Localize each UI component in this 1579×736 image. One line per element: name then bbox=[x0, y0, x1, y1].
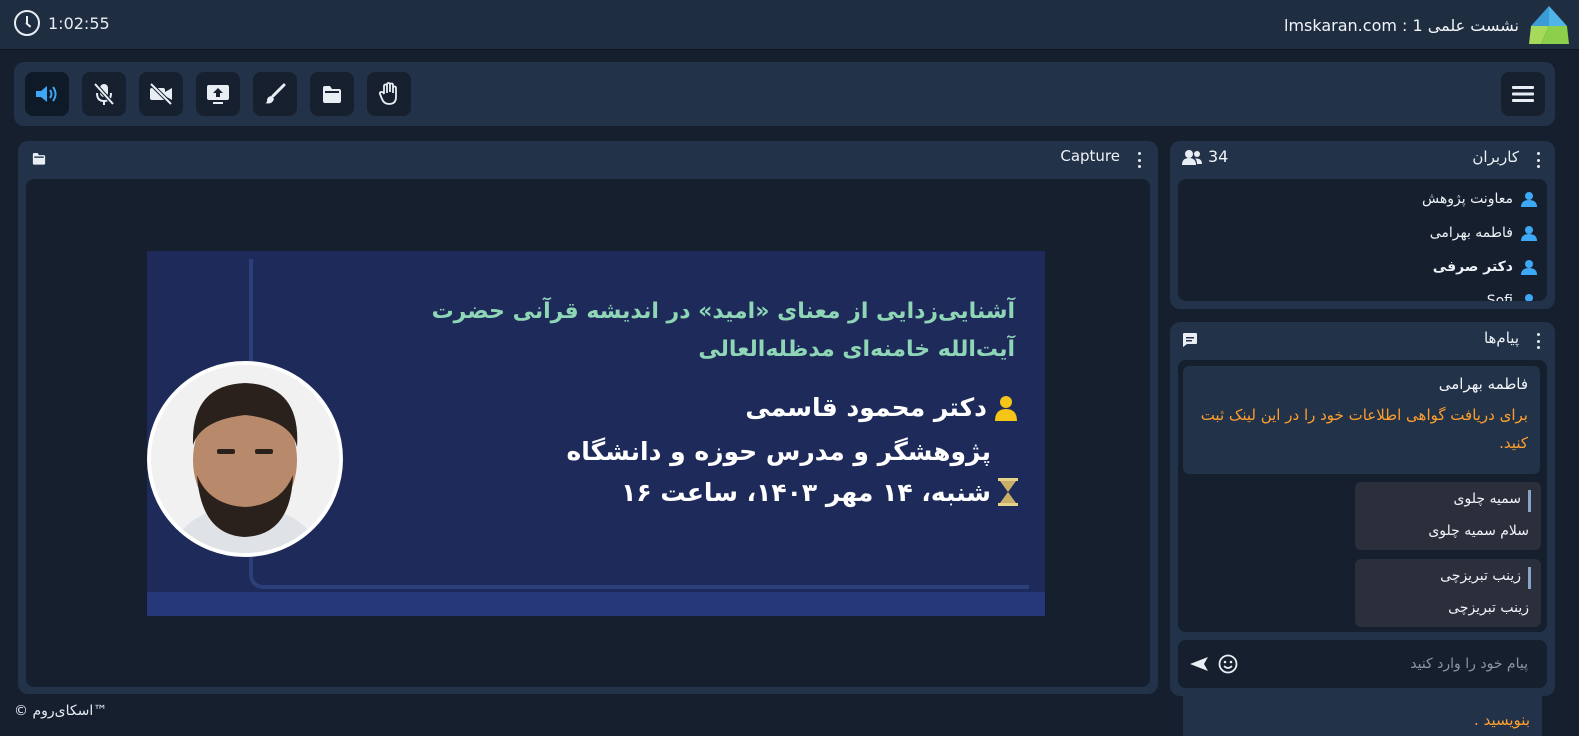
chat-icon bbox=[1183, 333, 1197, 347]
control-toolbar bbox=[14, 62, 1555, 126]
message-composer bbox=[1178, 640, 1547, 688]
app-title: lmskaran.com : نشست علمی 1 bbox=[1284, 15, 1519, 35]
message-input[interactable] bbox=[1248, 648, 1528, 680]
slide-date: شنبه، ۱۴ مهر ۱۴۰۳، ساعت ۱۶ bbox=[621, 477, 1019, 507]
mic-off-icon bbox=[93, 82, 115, 106]
speaker-photo bbox=[151, 365, 339, 553]
user-icon bbox=[1525, 294, 1533, 301]
slide-title-line-1: آشنایی‌زدایی از معنای «امید» در اندیشه ق… bbox=[431, 299, 1015, 324]
message-text: زینب تبریزچی bbox=[1448, 600, 1529, 616]
main-menu-button[interactable] bbox=[1501, 72, 1545, 116]
user-item[interactable]: فاطمه بهرامی bbox=[1430, 225, 1537, 241]
messages-options-icon[interactable] bbox=[1536, 333, 1540, 349]
slide-title-line-2: آیت‌الله خامنه‌ای مدظله‌العالی bbox=[698, 337, 1015, 362]
user-name: دکتر صرفی bbox=[1432, 259, 1513, 275]
screen-share-icon bbox=[207, 85, 229, 104]
message-quote-bar bbox=[1528, 490, 1531, 512]
whiteboard-button[interactable] bbox=[253, 72, 297, 116]
messages-list: فاطمه بهرامی برای دریافت گواهی اطلاعات خ… bbox=[1178, 360, 1547, 632]
raise-hand-button[interactable] bbox=[367, 72, 411, 116]
user-icon bbox=[1521, 260, 1537, 275]
folder-icon bbox=[323, 86, 341, 103]
speaker-icon bbox=[36, 86, 57, 102]
slide-role: پژوهشگر و مدرس حوزه و دانشگاه bbox=[566, 437, 992, 466]
speaker-portrait bbox=[147, 361, 343, 557]
message-item[interactable]: سمیه چلوی سلام سمیه چلوی bbox=[1355, 482, 1541, 550]
copyright: © اسکای‌روم™ bbox=[14, 703, 108, 719]
message-text: سلام سمیه چلوی bbox=[1428, 523, 1529, 539]
pinned-message[interactable]: فاطمه بهرامی برای دریافت گواهی اطلاعات خ… bbox=[1183, 366, 1540, 474]
hand-icon bbox=[378, 82, 397, 105]
user-name: Sofi bbox=[1486, 293, 1513, 301]
users-options-icon[interactable] bbox=[1536, 152, 1540, 168]
users-panel: کاربران 34 معاونت پژوهش فاطمه بهرامی دکت… bbox=[1170, 141, 1555, 309]
emoji-icon[interactable] bbox=[1218, 654, 1238, 674]
hamburger-icon bbox=[1512, 86, 1534, 102]
user-name: فاطمه بهرامی bbox=[1429, 225, 1513, 241]
presentation-slide: آشنایی‌زدایی از معنای «امید» در اندیشه ق… bbox=[147, 251, 1045, 616]
files-button[interactable] bbox=[310, 72, 354, 116]
users-count-value: 34 bbox=[1208, 147, 1229, 166]
hourglass-icon bbox=[998, 478, 1018, 506]
slide-date-text: شنبه، ۱۴ مهر ۱۴۰۳، ساعت ۱۶ bbox=[621, 477, 991, 507]
user-item[interactable]: معاونت پژوهش bbox=[1422, 191, 1537, 207]
capture-header: Capture bbox=[18, 141, 1158, 177]
users-icon bbox=[1182, 149, 1202, 165]
user-icon bbox=[1521, 192, 1537, 207]
app-header: lmskaran.com : نشست علمی 1 bbox=[1284, 4, 1571, 46]
share-screen-button[interactable] bbox=[196, 72, 240, 116]
speaker-button[interactable] bbox=[25, 72, 69, 116]
slide-speaker-name: دکتر محمود قاسمی bbox=[745, 393, 987, 422]
capture-panel: Capture آشنایی‌زدایی از معنای «امید» در … bbox=[18, 141, 1158, 694]
slide-title: آشنایی‌زدایی از معنای «امید» در اندیشه ق… bbox=[335, 293, 1015, 369]
users-count: 34 bbox=[1182, 147, 1228, 166]
microphone-button[interactable] bbox=[82, 72, 126, 116]
users-title: کاربران bbox=[1472, 148, 1519, 166]
slide-speaker: دکتر محمود قاسمی bbox=[745, 393, 1019, 422]
pinned-overflow-text: بنویسید . bbox=[1474, 711, 1530, 729]
user-item[interactable]: Sofi bbox=[1487, 293, 1537, 301]
pinned-message-text: برای دریافت گواهی اطلاعات خود را در این … bbox=[1200, 406, 1528, 452]
person-icon bbox=[995, 395, 1017, 421]
timer-value: 1:02:55 bbox=[48, 13, 110, 33]
messages-panel: پیام‌ها فاطمه بهرامی برای دریافت گواهی ا… bbox=[1170, 322, 1555, 696]
video-off-icon bbox=[149, 83, 173, 105]
messages-title: پیام‌ها bbox=[1483, 329, 1519, 347]
capture-title: Capture bbox=[1060, 147, 1120, 165]
folder-icon bbox=[32, 153, 46, 165]
message-sender: زینب تبریزچی bbox=[1440, 568, 1521, 584]
slide-footer-strip bbox=[147, 592, 1045, 616]
pinned-message-sender: فاطمه بهرامی bbox=[1438, 375, 1528, 393]
send-icon[interactable] bbox=[1190, 656, 1208, 672]
clock-icon bbox=[14, 10, 40, 36]
users-list: معاونت پژوهش فاطمه بهرامی دکتر صرفی Sofi bbox=[1178, 179, 1547, 301]
capture-viewport: آشنایی‌زدایی از معنای «امید» در اندیشه ق… bbox=[26, 179, 1150, 687]
skyroom-logo-icon bbox=[1529, 6, 1569, 44]
message-sender: سمیه چلوی bbox=[1453, 491, 1521, 507]
session-timer: 1:02:55 bbox=[14, 10, 110, 36]
capture-options-icon[interactable] bbox=[1137, 152, 1141, 168]
user-icon bbox=[1521, 226, 1537, 241]
message-item[interactable]: زینب تبریزچی زینب تبریزچی bbox=[1355, 559, 1541, 627]
user-item[interactable]: دکتر صرفی bbox=[1433, 259, 1537, 275]
message-quote-bar bbox=[1528, 567, 1531, 589]
user-name: معاونت پژوهش bbox=[1422, 191, 1513, 207]
brush-icon bbox=[265, 83, 286, 104]
top-bar: 1:02:55 lmskaran.com : نشست علمی 1 bbox=[0, 0, 1579, 50]
camera-button[interactable] bbox=[139, 72, 183, 116]
